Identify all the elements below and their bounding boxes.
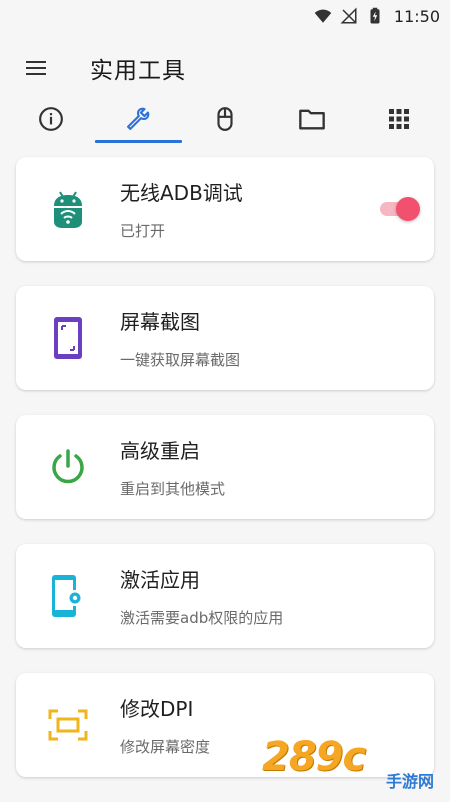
phone-settings-icon: [16, 544, 120, 648]
mouse-icon: [212, 106, 238, 136]
tool-subtitle: 激活需要adb权限的应用: [120, 607, 434, 628]
tool-subtitle: 一键获取屏幕截图: [120, 349, 434, 370]
tool-title: 屏幕截图: [120, 306, 434, 335]
tool-title: 修改DPI: [120, 693, 434, 722]
tool-title: 激活应用: [120, 564, 434, 593]
tab-info[interactable]: [8, 97, 95, 145]
hamburger-menu-icon[interactable]: [12, 44, 60, 92]
power-icon: [16, 415, 120, 519]
tab-files[interactable]: [268, 97, 355, 145]
status-time: 11:50: [394, 7, 440, 26]
status-bar: 11:50: [0, 0, 450, 32]
watermark-logo: 289c 手游网: [262, 734, 442, 794]
watermark-number: 289c: [262, 734, 365, 780]
app-bar: 实用工具: [0, 40, 450, 96]
tab-mouse[interactable]: [182, 97, 269, 145]
info-icon: [38, 106, 64, 136]
tool-card-advanced-reboot[interactable]: 高级重启 重启到其他模式: [16, 415, 434, 519]
tab-bar: [0, 96, 450, 146]
tool-card-activate-app[interactable]: 激活应用 激活需要adb权限的应用: [16, 544, 434, 648]
page-title: 实用工具: [90, 51, 186, 85]
tab-apps[interactable]: [355, 97, 442, 145]
battery-charging-icon: [366, 7, 384, 25]
folder-icon: [298, 105, 326, 137]
tool-card-screenshot[interactable]: 屏幕截图 一键获取屏幕截图: [16, 286, 434, 390]
tool-subtitle: 已打开: [120, 220, 434, 241]
screenshot-icon: [16, 286, 120, 390]
watermark-sub: 手游网: [386, 768, 434, 792]
wifi-icon: [314, 7, 332, 25]
tool-title: 高级重启: [120, 435, 434, 464]
tool-subtitle: 重启到其他模式: [120, 478, 434, 499]
toggle-thumb: [396, 197, 420, 221]
signal-off-icon: [340, 7, 358, 25]
dpi-frame-icon: [16, 673, 120, 777]
android-wifi-icon: [16, 157, 120, 261]
apps-grid-icon: [387, 107, 411, 135]
tool-card-wireless-adb[interactable]: 无线ADB调试 已打开: [16, 157, 434, 261]
wrench-icon: [124, 105, 152, 137]
tab-tools[interactable]: [95, 97, 182, 145]
wireless-adb-toggle[interactable]: [376, 197, 420, 221]
tool-list: 无线ADB调试 已打开 屏幕截图 一键获取屏幕截图: [16, 157, 434, 802]
